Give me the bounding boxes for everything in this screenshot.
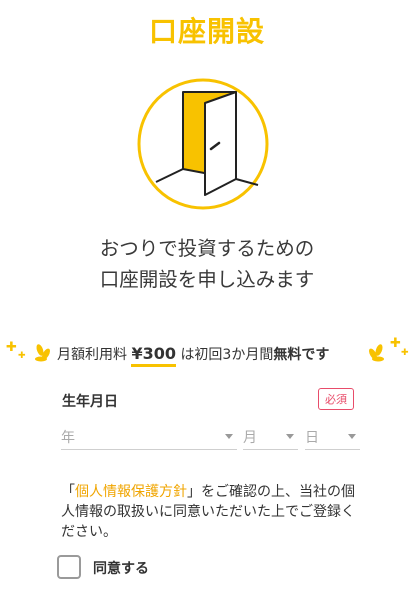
privacy-policy-link[interactable]: 個人情報保護方針 xyxy=(75,484,187,500)
chevron-down-icon xyxy=(286,434,294,439)
page-title: 口座開設 xyxy=(148,15,265,48)
sparkle-icon: ✚ xyxy=(18,351,26,361)
laurel-left-icon xyxy=(35,344,50,362)
fee-banner: ✚ ✚ 月額利用料 ¥300 は初回3か月間無料です ✚ ✚ xyxy=(0,336,414,370)
month-select[interactable]: 月 xyxy=(243,422,298,450)
year-placeholder: 年 xyxy=(61,430,75,446)
agree-checkbox[interactable] xyxy=(57,555,81,579)
day-placeholder: 日 xyxy=(305,430,319,446)
chevron-down-icon xyxy=(225,434,233,439)
sparkle-icon: ✚ xyxy=(401,348,409,358)
year-select[interactable]: 年 xyxy=(61,422,237,450)
subtitle-line-2: 口座開設を申し込みます xyxy=(99,268,315,291)
door-illustration xyxy=(136,77,270,211)
sparkle-icon: ✚ xyxy=(390,336,401,351)
fee-text: 月額利用料 ¥300 は初回3か月間無料です xyxy=(57,344,330,367)
fee-free: 無料です xyxy=(273,347,330,363)
subtitle-line-1: おつりで投資するための xyxy=(99,237,315,260)
laurel-right-icon xyxy=(369,344,384,362)
sparkle-icon: ✚ xyxy=(6,340,17,355)
fee-prefix: 月額利用料 xyxy=(57,347,127,363)
door-icon xyxy=(137,78,269,210)
dob-label: 生年月日 xyxy=(62,394,118,410)
consent-text: 「個人情報保護方針」をご確認の上、当社の個人情報の取扱いに同意いただいた上でご登… xyxy=(61,482,361,542)
agree-label[interactable]: 同意する xyxy=(93,558,149,578)
month-placeholder: 月 xyxy=(243,430,257,446)
day-select[interactable]: 日 xyxy=(305,422,360,450)
chevron-down-icon xyxy=(348,434,356,439)
fee-price: ¥300 xyxy=(131,344,176,367)
subtitle: おつりで投資するための 口座開設を申し込みます xyxy=(0,233,414,295)
required-badge: 必須 xyxy=(318,388,354,410)
open-bracket: 「 xyxy=(61,484,75,500)
fee-middle: は初回3か月間 xyxy=(180,347,274,363)
